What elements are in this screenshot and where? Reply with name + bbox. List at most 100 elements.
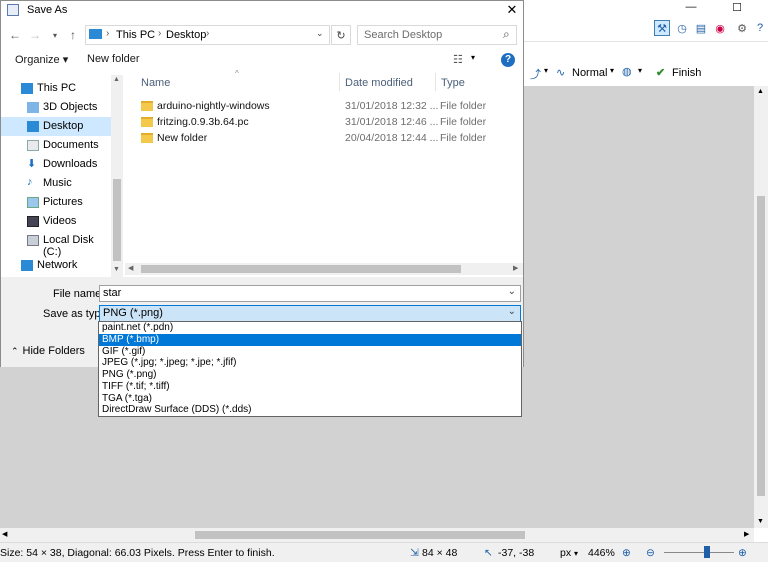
- scroll-thumb[interactable]: [195, 531, 525, 539]
- zoom-in-icon[interactable]: ⊕: [738, 547, 747, 559]
- scroll-right-icon[interactable]: ▶: [513, 264, 518, 272]
- nav-item-videos[interactable]: Videos: [1, 212, 111, 231]
- address-bar[interactable]: › This PC › Desktop › ⌄: [85, 25, 330, 45]
- chevron-down-icon[interactable]: ⌄: [508, 286, 516, 297]
- column-header-date[interactable]: Date modified: [345, 77, 413, 89]
- column-divider[interactable]: [435, 73, 436, 91]
- scroll-right-icon[interactable]: ▶: [744, 530, 749, 538]
- canvas-area[interactable]: [524, 86, 754, 528]
- close-button[interactable]: ✕: [501, 1, 523, 19]
- nav-item-downloads[interactable]: ⬇ Downloads: [1, 155, 111, 174]
- settings-icon[interactable]: ⚙: [734, 20, 750, 36]
- recent-locations-icon[interactable]: ▾: [47, 27, 63, 43]
- minimize-button[interactable]: —: [668, 0, 714, 14]
- back-icon[interactable]: ←: [7, 27, 23, 43]
- folder-icon: [141, 117, 153, 127]
- nav-item-label: Desktop: [43, 120, 84, 132]
- videos-icon: [27, 216, 39, 227]
- save-type-select[interactable]: PNG (*.png) ⌄: [99, 305, 521, 322]
- list-item[interactable]: New folder 20/04/2018 12:44 ... File fol…: [139, 130, 519, 146]
- chevron-down-icon[interactable]: ⌄: [508, 306, 516, 317]
- chevron-down-icon[interactable]: ▾: [471, 53, 475, 62]
- file-name: arduino-nightly-windows: [157, 100, 270, 112]
- view-options-icon[interactable]: ☷: [453, 53, 463, 66]
- help-icon[interactable]: ?: [752, 20, 768, 36]
- column-divider[interactable]: [339, 73, 340, 91]
- file-name-field[interactable]: star ⌄: [99, 285, 521, 302]
- zoom-fit-icon[interactable]: ⊕: [622, 547, 631, 559]
- history-icon[interactable]: ◷: [674, 20, 690, 36]
- finish-button[interactable]: Finish: [672, 67, 701, 79]
- antialias-icon[interactable]: ◍: [622, 65, 632, 78]
- list-item[interactable]: fritzing.0.9.3b.64.pc 31/01/2018 12:46 .…: [139, 114, 519, 130]
- chevron-down-icon[interactable]: ▾: [574, 549, 578, 558]
- nav-item-3d-objects[interactable]: 3D Objects: [1, 98, 111, 117]
- network-icon: [21, 260, 33, 271]
- breadcrumb-this-pc[interactable]: This PC: [116, 29, 155, 41]
- type-option-jpeg[interactable]: JPEG (*.jpg; *.jpeg; *.jpe; *.jfif): [99, 357, 521, 369]
- zoom-out-icon[interactable]: ⊖: [646, 547, 655, 559]
- refresh-button[interactable]: ↻: [331, 25, 351, 45]
- tools-icon[interactable]: ⚒: [654, 20, 670, 36]
- type-option-pdn[interactable]: paint.net (*.pdn): [99, 322, 521, 334]
- nav-item-network[interactable]: Network: [1, 256, 111, 275]
- up-icon[interactable]: ↑: [65, 27, 81, 43]
- scroll-thumb[interactable]: [757, 196, 765, 496]
- zoom-slider[interactable]: [664, 552, 734, 553]
- scroll-down-icon[interactable]: ▼: [757, 518, 764, 525]
- folder-icon: [141, 101, 153, 111]
- breadcrumb-desktop[interactable]: Desktop: [166, 29, 206, 41]
- pc-icon: [21, 83, 33, 94]
- search-input[interactable]: Search Desktop: [357, 25, 517, 45]
- help-icon[interactable]: ?: [501, 53, 515, 67]
- list-item[interactable]: arduino-nightly-windows 31/01/2018 12:32…: [139, 98, 519, 114]
- nav-item-pictures[interactable]: Pictures: [1, 193, 111, 212]
- chevron-down-icon[interactable]: ▾: [610, 66, 614, 75]
- maximize-button[interactable]: ☐: [714, 0, 760, 14]
- desktop-icon: [27, 121, 39, 132]
- horizontal-scrollbar[interactable]: ◀ ▶: [0, 528, 754, 542]
- chevron-down-icon[interactable]: ▾: [638, 66, 642, 75]
- type-option-tiff[interactable]: TIFF (*.tif; *.tiff): [99, 381, 521, 393]
- column-header-name[interactable]: Name: [141, 77, 170, 89]
- image-size-icon: ⇲: [410, 547, 419, 559]
- curve-icon[interactable]: ⤴: [530, 66, 541, 82]
- vertical-scrollbar[interactable]: ▲ ▼: [754, 86, 768, 528]
- hide-folders-button[interactable]: ⌃ Hide Folders: [11, 345, 85, 357]
- blend-mode-select[interactable]: Normal: [572, 67, 607, 79]
- type-option-bmp[interactable]: BMP (*.bmp): [99, 333, 521, 346]
- type-option-gif[interactable]: GIF (*.gif): [99, 346, 521, 358]
- new-folder-button[interactable]: New folder: [87, 53, 140, 65]
- scroll-left-icon[interactable]: ◀: [2, 530, 7, 538]
- chevron-down-icon[interactable]: ▾: [544, 66, 548, 75]
- zoom-slider-handle[interactable]: [704, 546, 710, 558]
- type-option-tga[interactable]: TGA (*.tga): [99, 393, 521, 405]
- scroll-thumb[interactable]: [141, 265, 461, 273]
- column-header-type[interactable]: Type: [441, 77, 465, 89]
- file-list-scrollbar[interactable]: ◀ ▶: [125, 263, 523, 275]
- nav-scrollbar[interactable]: ▲ ▼: [111, 75, 123, 277]
- nav-item-local-disk[interactable]: Local Disk (C:): [1, 231, 111, 258]
- nav-item-documents[interactable]: Documents: [1, 136, 111, 155]
- scroll-up-icon[interactable]: ▲: [113, 76, 120, 83]
- chevron-down-icon[interactable]: ⌄: [316, 28, 324, 39]
- scroll-down-icon[interactable]: ▼: [113, 266, 120, 273]
- scroll-up-icon[interactable]: ▲: [757, 88, 764, 95]
- nav-item-desktop[interactable]: Desktop: [1, 117, 111, 136]
- refresh-icon: ↻: [336, 29, 346, 42]
- nav-item-music[interactable]: ♪ Music: [1, 174, 111, 193]
- organize-button[interactable]: Organize ▾: [15, 53, 68, 66]
- type-option-png[interactable]: PNG (*.png): [99, 369, 521, 381]
- type-option-dds[interactable]: DirectDraw Surface (DDS) (*.dds): [99, 404, 521, 416]
- save-as-dialog: Save As ✕ ← → ▾ ↑ › This PC › Desktop › …: [0, 0, 524, 367]
- forward-icon[interactable]: →: [27, 27, 43, 43]
- scroll-left-icon[interactable]: ◀: [128, 264, 133, 272]
- nav-item-this-pc[interactable]: This PC: [1, 79, 111, 98]
- layers-icon[interactable]: ▤: [693, 20, 709, 36]
- units-select[interactable]: px: [560, 547, 571, 559]
- file-name-label: File name:: [53, 288, 105, 300]
- file-name: New folder: [157, 132, 208, 144]
- scroll-thumb[interactable]: [113, 179, 121, 261]
- cursor-position-icon: ↖: [484, 547, 493, 559]
- colors-icon[interactable]: ◉: [712, 20, 728, 36]
